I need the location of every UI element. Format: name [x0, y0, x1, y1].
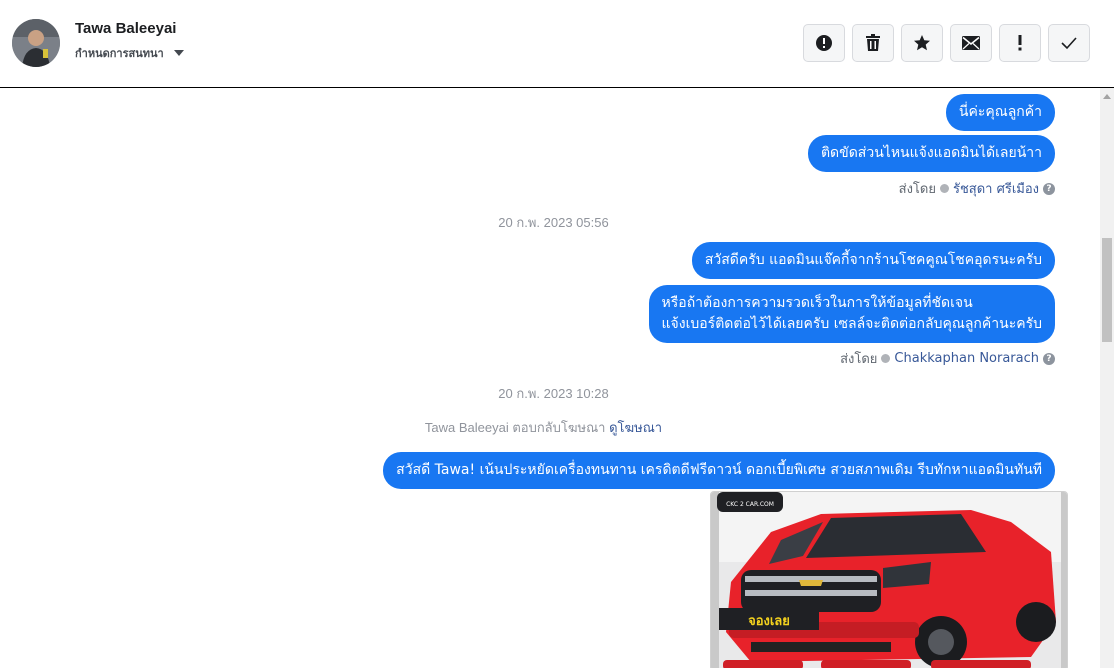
- sent-by-label: ส่งโดย Chakkaphan Norarach ?: [840, 348, 1055, 369]
- message-bubble: สวัสดี Tawa! เน้นประหยัดเครื่องทนทาน เคร…: [383, 452, 1055, 489]
- help-icon[interactable]: ?: [1043, 352, 1055, 365]
- timestamp: 20 ก.พ. 2023 10:28: [498, 386, 609, 401]
- mark-done-button[interactable]: [1048, 24, 1090, 62]
- ad-logo-text: CKC 2 CAR.COM: [726, 501, 774, 508]
- view-ad-link[interactable]: ดูโฆษณา: [609, 420, 662, 435]
- message-line: หรือถ้าต้องการความรวดเร็วในการให้ข้อมูลท…: [661, 295, 973, 311]
- star-button[interactable]: [901, 24, 943, 62]
- sender-name[interactable]: Chakkaphan Norarach: [894, 351, 1039, 366]
- mark-spam-button[interactable]: [803, 24, 845, 62]
- verified-icon: [881, 354, 891, 363]
- scrollbar[interactable]: [1100, 88, 1114, 668]
- ad-reply-text: Tawa Baleeyai ตอบกลับโฆษณา: [424, 420, 606, 435]
- message-bubble: นี่ค่ะคุณลูกค้า: [945, 94, 1055, 131]
- verified-icon: [939, 184, 949, 193]
- scrollbar-thumb[interactable]: [1102, 238, 1112, 342]
- message-bubble: หรือถ้าต้องการความรวดเร็วในการให้ข้อมูลท…: [648, 285, 1055, 343]
- star-icon: [914, 35, 930, 51]
- caret-down-icon: [173, 50, 184, 56]
- message-bubble: สวัสดีครับ แอดมินแจ๊คกี้จากร้านโชคคูณโชค…: [691, 242, 1055, 279]
- help-icon[interactable]: ?: [1043, 182, 1055, 195]
- mark-important-button[interactable]: [999, 24, 1041, 62]
- ad-image[interactable]: CKC 2 CAR.COM จองเลย: [710, 491, 1068, 668]
- delete-button[interactable]: [852, 24, 894, 62]
- timestamp: 20 ก.พ. 2023 05:56: [498, 215, 609, 230]
- ad-badge-text: จองเลย: [748, 614, 790, 629]
- sent-by-prefix: ส่งโดย: [840, 352, 878, 367]
- conversation-toolbar: [803, 24, 1090, 62]
- message-thread: นี่ค่ะคุณลูกค้า ติดขัดส่วนไหนแจ้งแอดมินไ…: [0, 88, 1100, 668]
- check-icon: [1061, 37, 1077, 50]
- assign-conversation-dropdown[interactable]: กำหนดการสนทนา: [75, 44, 184, 62]
- exclamation-icon: [1018, 35, 1022, 51]
- contact-name[interactable]: Tawa Baleeyai: [75, 20, 176, 37]
- envelope-icon: [962, 36, 980, 50]
- sent-by-prefix: ส่งโดย: [898, 182, 936, 197]
- message-bubble: ติดขัดส่วนไหนแจ้งแอดมินได้เลยน้าา: [807, 135, 1055, 172]
- trash-icon: [866, 34, 880, 51]
- scroll-up-arrow-icon[interactable]: [1103, 94, 1111, 99]
- avatar[interactable]: [12, 19, 60, 67]
- mark-unread-button[interactable]: [950, 24, 992, 62]
- sent-by-label: ส่งโดย รัชสุดา ศรีเมือง ?: [899, 178, 1055, 199]
- message-line: แจ้งเบอร์ติดต่อไว้ได้เลยครับ เซลล์จะติดต…: [661, 316, 1042, 332]
- ad-reply-notice: Tawa Baleeyai ตอบกลับโฆษณา ดูโฆษณา: [0, 417, 1087, 438]
- sender-name[interactable]: รัชสุดา ศรีเมือง: [953, 178, 1039, 199]
- assign-label: กำหนดการสนทนา: [75, 47, 164, 60]
- conversation-header: Tawa Baleeyai กำหนดการสนทนา: [0, 0, 1114, 88]
- alert-circle-icon: [816, 35, 832, 51]
